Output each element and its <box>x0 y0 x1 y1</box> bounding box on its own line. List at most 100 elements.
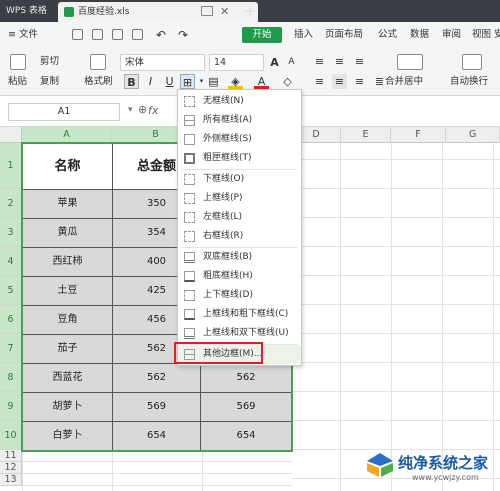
row-header-13[interactable]: 13 <box>0 474 22 486</box>
align-left-icon[interactable]: ≡ <box>312 74 327 89</box>
menu-item-label: 所有框线(A) <box>203 115 253 125</box>
increase-font-icon[interactable]: A <box>267 55 282 70</box>
name-box-dropdown-icon[interactable]: ▾ <box>128 105 133 115</box>
wps-app-tab[interactable]: WPS 表格 <box>0 0 56 22</box>
column-header-e[interactable]: E <box>341 127 391 143</box>
row-header-5[interactable]: 5 <box>0 276 22 305</box>
tab-insert[interactable]: 插入 <box>294 22 313 48</box>
align-bottom-icon[interactable]: ≡ <box>352 54 367 69</box>
cut-button[interactable]: 剪切 <box>40 56 59 68</box>
left-border-icon <box>184 212 195 223</box>
tab-page-layout[interactable]: 页面布局 <box>325 22 363 48</box>
italic-button[interactable]: I <box>143 74 158 89</box>
menu-item-label: 上框线和粗下框线(C) <box>203 309 289 319</box>
menu-item-top-border[interactable]: 上框线(P) <box>178 189 301 208</box>
format-painter-icon[interactable] <box>90 54 106 70</box>
font-effect-icon[interactable]: ▤ <box>206 74 221 89</box>
font-size-select[interactable]: 14 <box>209 54 264 71</box>
new-tab-button[interactable]: + <box>244 0 257 22</box>
align-right-icon[interactable]: ≡ <box>352 74 367 89</box>
clear-format-icon[interactable]: ◇ <box>280 74 295 89</box>
border-button[interactable]: ⊞ <box>180 74 195 89</box>
paste-button[interactable]: 粘贴 <box>8 76 27 88</box>
align-middle-icon[interactable]: ≡ <box>332 54 347 69</box>
screen-icon[interactable] <box>201 6 213 16</box>
column-header-g[interactable]: G <box>446 127 500 143</box>
column-header-f[interactable]: F <box>391 127 446 143</box>
row-header-8[interactable]: 8 <box>0 363 22 392</box>
menu-item-label: 外侧框线(S) <box>203 134 252 144</box>
highlight-box <box>174 342 263 364</box>
font-name-select[interactable]: 宋体 <box>120 54 205 71</box>
open-icon[interactable] <box>72 29 83 40</box>
menu-item-label: 右框线(R) <box>203 231 244 241</box>
menu-item-right-border[interactable]: 右框线(R) <box>178 227 301 246</box>
copy-button[interactable]: 复制 <box>40 76 59 88</box>
menu-item-label: 上框线和双下框线(U) <box>203 328 289 338</box>
format-painter-button[interactable]: 格式刷 <box>84 76 113 88</box>
document-tab[interactable]: 百度经验.xls ✕ <box>58 2 258 22</box>
bold-button[interactable]: B <box>124 74 139 89</box>
menu-item-all-borders[interactable]: 所有框线(A) <box>178 111 301 130</box>
watermark-logo <box>367 453 393 477</box>
merge-center-button[interactable]: 合并居中 <box>385 76 423 88</box>
menu-item-top-double-bottom[interactable]: 上框线和双下框线(U) <box>178 324 301 343</box>
row-header-1[interactable]: 1 <box>0 143 22 189</box>
save-icon[interactable] <box>92 29 103 40</box>
menu-item-thick-box[interactable]: 粗匣框线(T) <box>178 149 301 168</box>
font-color-icon[interactable]: A <box>254 74 269 89</box>
redo-icon[interactable]: ↷ <box>178 22 188 48</box>
menu-item-label: 左框线(L) <box>203 212 243 222</box>
row-header-4[interactable]: 4 <box>0 247 22 276</box>
row-header-6[interactable]: 6 <box>0 305 22 334</box>
align-center-icon[interactable]: ≡ <box>332 74 347 89</box>
menu-item-label: 上下框线(D) <box>203 290 253 300</box>
tab-more[interactable]: 安 <box>494 22 500 48</box>
undo-icon[interactable]: ↶ <box>156 22 166 48</box>
watermark-text: 纯净系统之家 <box>398 454 489 472</box>
tab-start[interactable]: 开始 <box>242 27 282 43</box>
menu-item-no-border[interactable]: 无框线(N) <box>178 92 301 111</box>
row-header-11[interactable]: 11 <box>0 450 22 462</box>
row-header-7[interactable]: 7 <box>0 334 22 363</box>
watermark-url: www.ycwjzy.com <box>412 473 479 482</box>
merge-center-icon[interactable] <box>397 54 423 70</box>
row-header-12[interactable]: 12 <box>0 462 22 474</box>
row-header-3[interactable]: 3 <box>0 218 22 247</box>
auto-wrap-button[interactable]: 自动换行 <box>450 76 488 88</box>
fx-icon[interactable]: fx <box>148 104 158 117</box>
name-box[interactable]: A1 <box>8 103 120 121</box>
menu-item-top-thick-bottom[interactable]: 上框线和粗下框线(C) <box>178 305 301 324</box>
auto-wrap-icon[interactable] <box>462 54 482 70</box>
tab-formula[interactable]: 公式 <box>378 22 397 48</box>
tab-view[interactable]: 视图 <box>472 22 491 48</box>
menu-item-outside-borders[interactable]: 外侧框线(S) <box>178 130 301 149</box>
border-dropdown-menu: 无框线(N) 所有框线(A) 外侧框线(S) 粗匣框线(T) 下框线(O) 上框… <box>177 89 302 366</box>
menu-item-double-bottom[interactable]: 双底框线(B) <box>178 248 301 267</box>
row-header-9[interactable]: 9 <box>0 392 22 421</box>
paste-icon[interactable] <box>10 54 26 70</box>
underline-button[interactable]: U <box>162 74 177 89</box>
row-header-2[interactable]: 2 <box>0 189 22 218</box>
close-tab-icon[interactable]: ✕ <box>220 2 229 22</box>
decrease-font-icon[interactable]: A <box>284 55 299 70</box>
empty-rows-area[interactable] <box>22 450 292 491</box>
empty-cells-area[interactable] <box>292 143 500 491</box>
fill-color-icon[interactable]: ◈ <box>228 74 243 89</box>
align-top-icon[interactable]: ≡ <box>312 54 327 69</box>
menu-item-thick-bottom[interactable]: 粗底框线(H) <box>178 267 301 286</box>
tab-data[interactable]: 数据 <box>410 22 429 48</box>
document-tab-label: 百度经验.xls <box>78 7 130 17</box>
zoom-icon[interactable]: ⊕ <box>138 103 147 116</box>
tab-review[interactable]: 审阅 <box>442 22 461 48</box>
print-icon[interactable] <box>112 29 123 40</box>
column-header-a[interactable]: A <box>22 127 112 143</box>
menu-item-left-border[interactable]: 左框线(L) <box>178 208 301 227</box>
file-menu[interactable]: ≡ 文件 <box>8 22 38 48</box>
menu-item-label: 粗匣框线(T) <box>203 153 252 163</box>
print-preview-icon[interactable] <box>132 29 143 40</box>
menu-item-bottom-border[interactable]: 下框线(O) <box>178 170 301 189</box>
menu-item-top-bottom[interactable]: 上下框线(D) <box>178 286 301 305</box>
row-header-10[interactable]: 10 <box>0 421 22 450</box>
select-all-corner[interactable] <box>0 127 22 143</box>
